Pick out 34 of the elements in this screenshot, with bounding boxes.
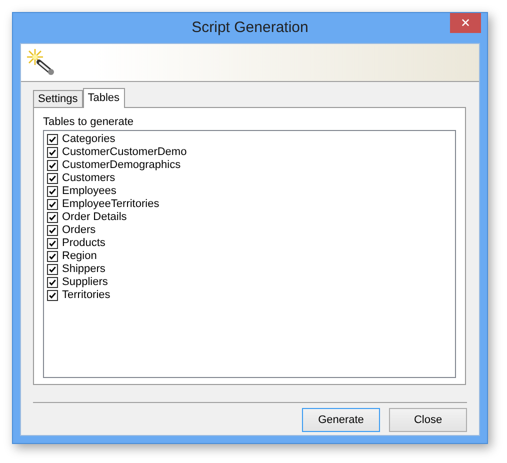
checked-checkbox[interactable] — [47, 186, 58, 197]
table-name: CustomerDemographics — [62, 158, 181, 173]
checked-checkbox[interactable] — [47, 277, 58, 288]
table-name: Customers — [62, 171, 116, 186]
tab[interactable]: Settings — [33, 90, 83, 107]
table-name: Order Details — [62, 210, 127, 225]
checked-checkbox[interactable] — [47, 160, 58, 171]
checked-checkbox[interactable] — [47, 290, 58, 301]
close-button[interactable]: ✕ — [450, 13, 481, 33]
table-name: Orders — [62, 223, 96, 238]
checked-checkbox[interactable] — [47, 251, 58, 262]
checked-checkbox[interactable] — [47, 264, 58, 275]
magic-wand-icon — [27, 48, 57, 76]
table-name: Employees — [62, 184, 116, 199]
table-name: Categories — [62, 132, 116, 147]
table-name: Region — [62, 249, 97, 264]
table-name: Products — [62, 236, 106, 251]
checked-checkbox[interactable] — [47, 173, 58, 184]
checked-checkbox[interactable] — [47, 134, 58, 145]
checked-checkbox[interactable] — [47, 212, 58, 223]
checked-checkbox[interactable] — [47, 225, 58, 236]
table-name: EmployeeTerritories — [62, 197, 160, 212]
tab[interactable]: Tables — [82, 88, 125, 108]
tables-label: Tables to generate — [43, 116, 135, 128]
table-name: CustomerCustomerDemo — [62, 145, 187, 160]
table-name: Shippers — [62, 262, 106, 277]
dialog-button[interactable]: Generate — [302, 408, 380, 432]
checked-checkbox[interactable] — [47, 238, 58, 249]
checked-checkbox[interactable] — [47, 147, 58, 158]
checked-checkbox[interactable] — [47, 199, 58, 210]
table-name: Suppliers — [62, 275, 108, 290]
window-title: Script Generation — [192, 18, 308, 38]
dialog-button[interactable]: Close — [389, 408, 467, 432]
table-name: Territories — [62, 288, 110, 304]
